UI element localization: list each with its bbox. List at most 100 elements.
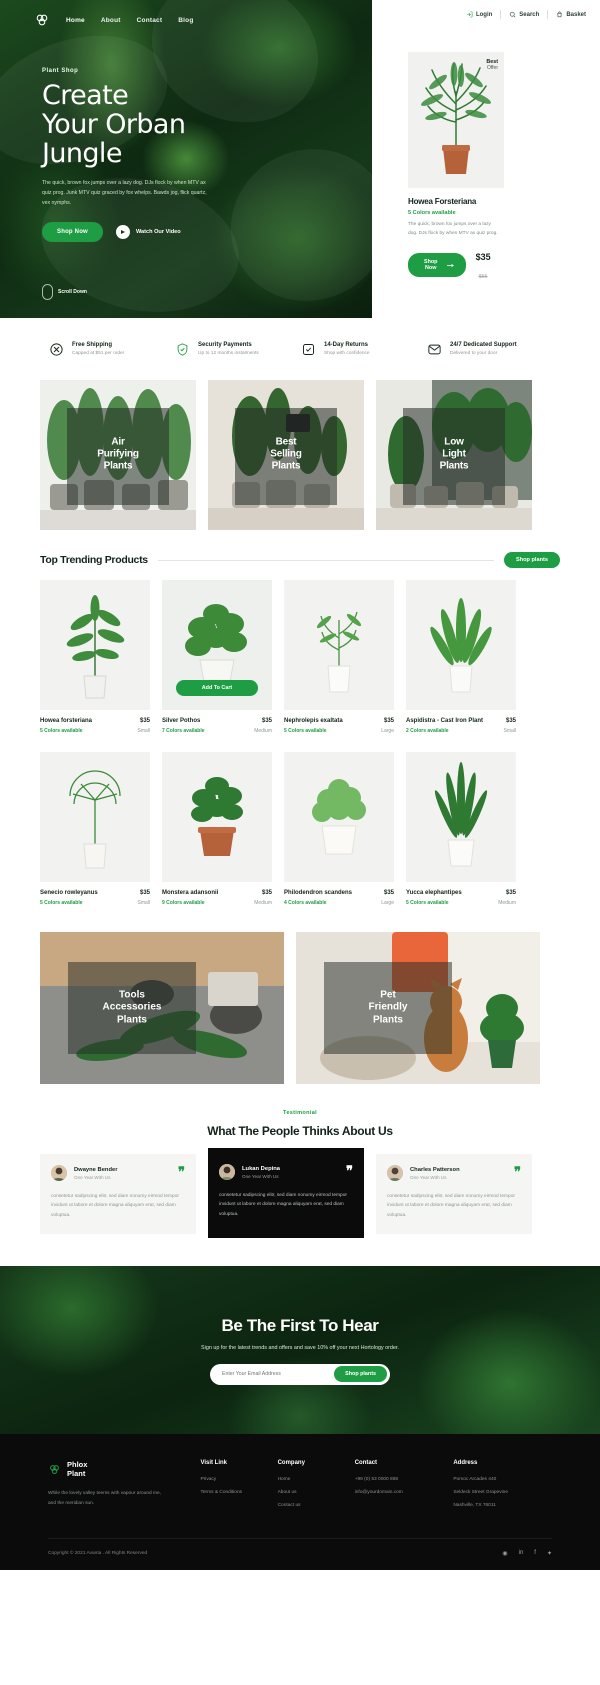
footer-phone[interactable]: +99 (0) 53 0000 888 [355, 1477, 454, 1482]
product-size: Medium [254, 728, 272, 734]
search-label: Search [519, 11, 540, 18]
divider [547, 10, 549, 19]
footer-logo[interactable]: Phlox Plant [48, 1460, 200, 1478]
footer-email[interactable]: info@yourdomain.com [355, 1490, 454, 1495]
product-card[interactable]: Howea forsteriana $35 5 Colors available… [40, 580, 150, 734]
product-card[interactable]: Yucca elephantipes $35 5 Colors availabl… [406, 752, 516, 906]
nav-links: Home About Contact Blog [66, 17, 194, 24]
quote-icon: ❞ [346, 1164, 353, 1180]
search-button[interactable]: Search [509, 11, 539, 18]
shop-plants-button[interactable]: Shop plants [503, 552, 560, 568]
product-colors: 2 Colors available [406, 728, 449, 734]
footer-brand-line-1: Phlox [67, 1460, 88, 1470]
product-colors: 5 Colors available [284, 728, 327, 734]
hero-card-shop-now-button[interactable]: Shop Now [408, 253, 466, 278]
banner-label: Tools Accessories Plants [102, 989, 162, 1026]
best-offer-badge: Best Offer [486, 59, 498, 71]
product-colors: 5 Colors available [406, 900, 449, 906]
footer-top: Phlox Plant While the lovely valley teem… [48, 1460, 552, 1516]
nav-item-contact[interactable]: Contact [137, 17, 163, 24]
hero-product-card[interactable]: Best Offer Howea Forsteriana 5 Colors av… [408, 52, 504, 283]
footer-brand-line-2: Plant [67, 1469, 86, 1479]
add-to-cart-button[interactable]: Add To Cart [176, 680, 258, 696]
plant-illustration-3 [316, 611, 362, 693]
promo-banners: Tools Accessories Plants Pet Friendly Plants [0, 906, 600, 1084]
feature-title: 24/7 Dedicated Support [450, 342, 517, 348]
banner-pet-friendly[interactable]: Pet Friendly Plants [296, 932, 540, 1084]
email-input[interactable] [222, 1371, 335, 1378]
product-price: $35 [139, 718, 150, 724]
product-name-row: Monstera adansonii $35 [162, 890, 272, 896]
hero-shop-now-button[interactable]: Shop Now [42, 222, 103, 243]
trending-section-header: Top Trending Products Shop plants [0, 530, 600, 580]
avatar [387, 1165, 403, 1181]
plant-logo-icon[interactable] [34, 12, 50, 28]
product-card[interactable]: Monstera adansonii $35 9 Colors availabl… [162, 752, 272, 906]
product-card[interactable]: Nephrolepis exaltata $35 5 Colors availa… [284, 580, 394, 734]
twitter-icon[interactable]: ✦ [547, 1550, 552, 1557]
product-colors: 9 Colors available [162, 900, 205, 906]
nav-item-home[interactable]: Home [66, 17, 85, 24]
product-meta-row: 5 Colors available Large [284, 728, 394, 734]
facebook-icon[interactable]: f [534, 1550, 536, 1557]
footer-link[interactable]: Contact us [278, 1503, 355, 1508]
plant-illustration-4 [430, 598, 492, 693]
instagram-icon[interactable]: ◉ [502, 1550, 507, 1557]
product-card[interactable]: Senecio rowleyanus $35 5 Colors availabl… [40, 752, 150, 906]
banner-tools-accessories[interactable]: Tools Accessories Plants [40, 932, 284, 1084]
landing-page: Home About Contact Blog Login Search Bas… [0, 0, 600, 1685]
product-image [406, 752, 516, 882]
newsletter-submit-button[interactable]: Shop plants [334, 1366, 387, 1383]
product-card[interactable]: Philodendron scandens $35 4 Colors avail… [284, 752, 394, 906]
product-grid-row-1: Howea forsteriana $35 5 Colors available… [0, 580, 600, 734]
scroll-down-label: Scroll Down [58, 289, 87, 295]
search-icon [510, 11, 516, 18]
testimonial-name: Dwayne Bender [74, 1166, 118, 1173]
badge-line-2: Offer [486, 65, 498, 71]
product-name-row: Philodendron scandens $35 [284, 890, 394, 896]
divider [157, 559, 494, 561]
category-card-low-light[interactable]: Low Light Plants [376, 380, 532, 530]
plant-illustration-1 [66, 595, 125, 699]
watch-video-button[interactable]: Watch Our Video [115, 225, 181, 240]
mouse-icon [42, 284, 53, 300]
quote-icon: ❞ [514, 1165, 521, 1181]
category-card-air-purifying[interactable]: Air Purifying Plants [40, 380, 196, 530]
product-card[interactable]: Add To Cart Silver Pothos $35 7 Colors a… [162, 580, 272, 734]
product-name: Aspidistra - Cast Iron Plant [406, 718, 484, 724]
hero-old-price: $55 [478, 274, 488, 281]
product-name: Philodendron scandens [284, 890, 353, 896]
nav-item-blog[interactable]: Blog [178, 17, 193, 24]
basket-button[interactable]: Basket [556, 11, 586, 18]
footer-link[interactable]: Terms & Conditions [200, 1490, 277, 1495]
footer-link[interactable]: About us [278, 1490, 355, 1495]
footer-link[interactable]: Home [278, 1477, 355, 1482]
product-price: $35 [383, 890, 394, 896]
product-card[interactable]: Aspidistra - Cast Iron Plant $35 2 Color… [406, 580, 516, 734]
footer-link[interactable]: Privacy [200, 1477, 277, 1482]
product-size: Large [381, 900, 394, 906]
nav-item-about[interactable]: About [101, 17, 121, 24]
plant-logo-icon [50, 1464, 59, 1474]
category-card-best-selling[interactable]: Best Selling Plants [208, 380, 364, 530]
product-image [284, 580, 394, 710]
testimonial-card: Charles Patterson One Year With Us ❞ con… [376, 1154, 532, 1235]
hero-copy: Plant Shop Create Your Orban Jungle The … [42, 68, 282, 243]
feature-subtitle: Capped at $51 per order [72, 351, 125, 356]
feature-title: 14-Day Returns [324, 342, 369, 348]
scroll-down-indicator[interactable]: Scroll Down [42, 284, 87, 300]
avatar [219, 1164, 235, 1180]
feature-support: 24/7 Dedicated Support Delivered to your… [426, 341, 552, 357]
linkedin-icon[interactable]: in [519, 1550, 524, 1557]
testimonial-role: One Year With Us [242, 1173, 279, 1179]
hero-paragraph: The quick, brown fox jumps over a lazy d… [42, 180, 207, 206]
plant-illustration-5 [69, 770, 121, 869]
product-image [284, 752, 394, 882]
footer-brand: Phlox Plant While the lovely valley teem… [48, 1460, 200, 1516]
login-button[interactable]: Login [466, 11, 492, 18]
product-size: Small [137, 728, 150, 734]
main-navigation: Home About Contact Blog [0, 8, 372, 32]
testimonial-header: Lukan Depina One Year With Us ❞ [219, 1164, 353, 1180]
product-name-row: Howea forsteriana $35 [40, 718, 150, 724]
login-label: Login [475, 11, 493, 18]
